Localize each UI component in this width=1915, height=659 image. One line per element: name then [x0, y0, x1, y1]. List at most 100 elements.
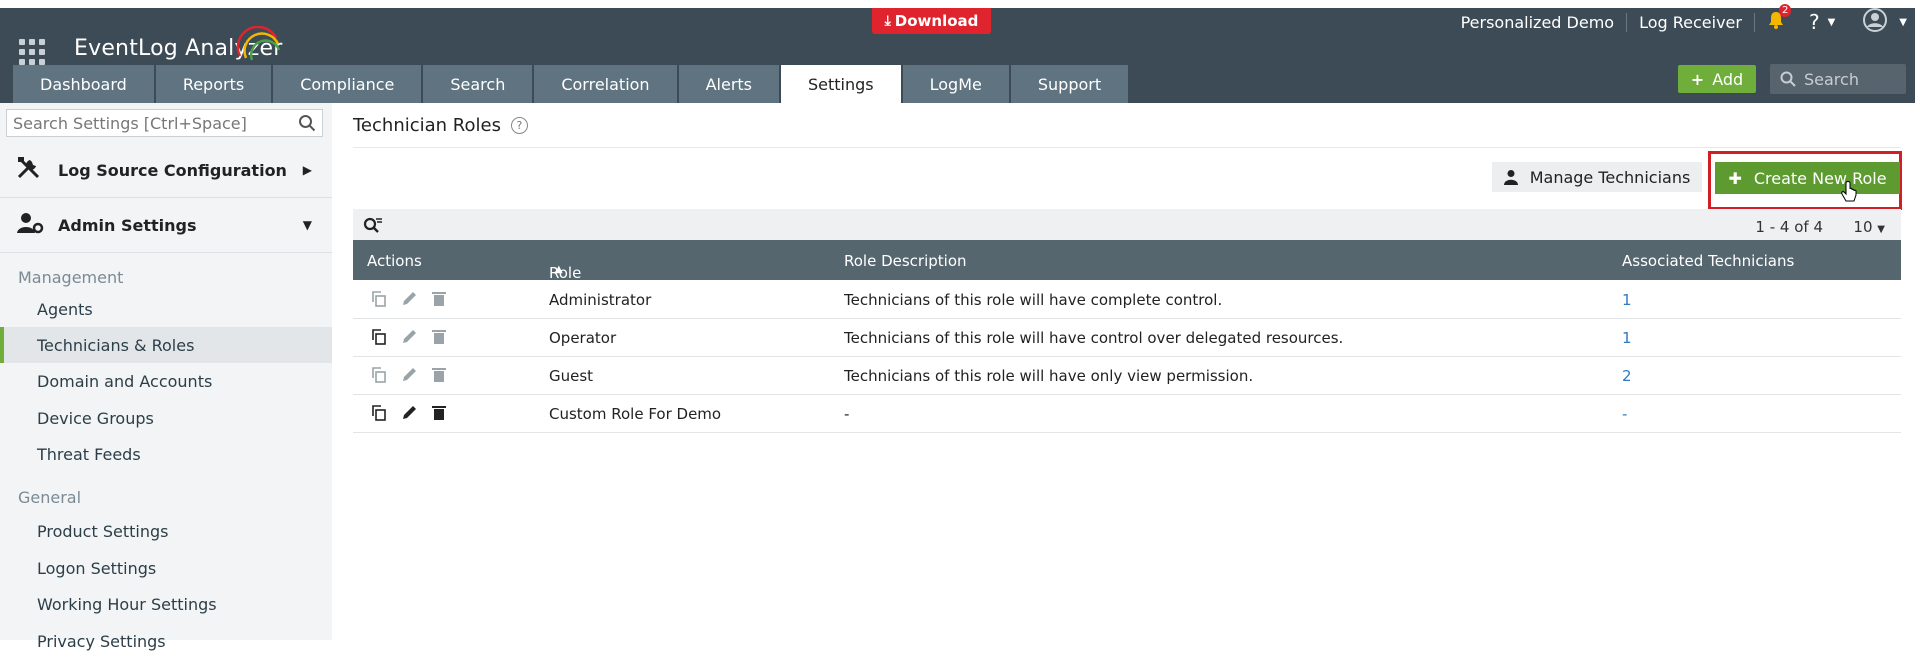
table-row: Guest Technicians of this role will have… [353, 357, 1901, 395]
app-grid-icon[interactable] [19, 39, 45, 65]
col-role-description: Role Description [844, 252, 967, 270]
sidebar-item-privacy-settings[interactable]: Privacy Settings [0, 623, 332, 659]
group-label-general: General [18, 488, 82, 507]
delete-icon[interactable] [431, 329, 447, 345]
group-label-management: Management [18, 268, 124, 287]
sidebar-item-working-hour-settings[interactable]: Working Hour Settings [0, 586, 332, 622]
sidebar-item-threat-feeds[interactable]: Threat Feeds [0, 436, 332, 472]
copy-icon[interactable] [371, 291, 387, 307]
add-button[interactable]: + Add [1678, 65, 1756, 93]
hand-cursor-icon [1841, 181, 1857, 202]
edit-icon[interactable] [401, 291, 417, 307]
notification-bell-icon[interactable]: 2 [1767, 4, 1793, 34]
page-title-text: Technician Roles [353, 115, 501, 136]
section-log-source-configuration[interactable]: Log Source Configuration ▶ [0, 143, 332, 198]
col-actions: Actions [367, 252, 422, 270]
role-name: Operator [549, 329, 617, 347]
personalized-demo-link[interactable]: Personalized Demo [1449, 12, 1628, 32]
section-label: Admin Settings [58, 215, 197, 235]
log-receiver-link[interactable]: Log Receiver [1627, 12, 1755, 32]
help-icon[interactable]: ? [1809, 10, 1820, 34]
tools-icon [16, 156, 46, 184]
sort-asc-icon: ▲ [555, 264, 563, 275]
tab-logme[interactable]: LogMe [902, 65, 1009, 103]
copy-icon[interactable] [371, 329, 387, 345]
associated-technicians-link[interactable]: 1 [1622, 291, 1632, 309]
search-filter-icon[interactable] [363, 217, 383, 235]
help-caret-icon[interactable]: ▼ [1828, 17, 1836, 28]
main-tabs: Dashboard Reports Compliance Search Corr… [13, 65, 1130, 103]
tab-support[interactable]: Support [1010, 65, 1129, 103]
search-icon[interactable] [298, 114, 316, 132]
table-row: Custom Role For Demo - - [353, 395, 1901, 433]
delete-icon[interactable] [431, 291, 447, 307]
top-right-menu: Personalized Demo Log Receiver 2 ? ▼ ▼ [1449, 4, 1915, 36]
section-admin-settings[interactable]: Admin Settings ▼ [0, 198, 332, 253]
edit-icon[interactable] [401, 405, 417, 421]
add-label: Add [1712, 69, 1744, 89]
plus-icon: ✚ [1728, 168, 1742, 188]
sidebar-item-technicians-roles[interactable]: Technicians & Roles [0, 327, 332, 363]
per-page-select[interactable]: 10 ▼ [1853, 218, 1885, 236]
role-description: Technicians of this role will have compl… [844, 291, 1223, 309]
sidebar-item-domain-accounts[interactable]: Domain and Accounts [0, 363, 332, 399]
role-name: Custom Role For Demo [549, 405, 722, 423]
sidebar-item-product-settings[interactable]: Product Settings [0, 513, 332, 549]
edit-icon[interactable] [401, 329, 417, 345]
create-new-role-label: Create New Role [1753, 168, 1887, 188]
sidebar-item-device-groups[interactable]: Device Groups [0, 400, 332, 436]
delete-icon[interactable] [431, 405, 447, 421]
user-caret-icon[interactable]: ▼ [1899, 17, 1907, 28]
settings-search-input[interactable]: Search Settings [Ctrl+Space] [6, 109, 323, 137]
table-row: Operator Technicians of this role will h… [353, 319, 1901, 357]
settings-sidebar: Search Settings [Ctrl+Space] Log Source … [0, 103, 332, 651]
page-title: Technician Roles ? [353, 115, 528, 136]
section-label: Log Source Configuration [58, 160, 287, 180]
table-toolbar: 1 - 4 of 4 10 ▼ [353, 209, 1901, 243]
chevron-down-icon: ▼ [302, 218, 312, 232]
role-description: Technicians of this role will have only … [844, 367, 1254, 385]
edit-icon[interactable] [401, 367, 417, 383]
logo-arc-icon [236, 26, 281, 61]
header-search-input[interactable]: Search [1770, 64, 1906, 94]
associated-technicians-link[interactable]: - [1622, 405, 1627, 423]
notification-badge: 2 [1778, 4, 1792, 17]
col-associated-technicians: Associated Technicians [1622, 252, 1795, 270]
search-icon [1780, 71, 1796, 87]
copy-icon[interactable] [371, 405, 387, 421]
copy-icon[interactable] [371, 367, 387, 383]
tab-settings[interactable]: Settings [781, 65, 901, 103]
chevron-down-icon: ▼ [1877, 224, 1885, 235]
header-search-placeholder: Search [1804, 69, 1859, 89]
per-page-value: 10 [1853, 218, 1873, 236]
associated-technicians-link[interactable]: 1 [1622, 329, 1632, 347]
plus-icon: + [1690, 69, 1705, 89]
user-icon [1503, 170, 1518, 185]
table-header: Actions Role Name ▲ Role Description Ass… [353, 240, 1901, 300]
manage-technicians-button[interactable]: Manage Technicians [1492, 162, 1702, 192]
top-strip [0, 0, 1915, 8]
associated-technicians-link[interactable]: 2 [1622, 367, 1632, 385]
role-name: Administrator [549, 291, 652, 309]
download-button[interactable]: ⤓ Download [872, 8, 991, 34]
tab-search[interactable]: Search [423, 65, 533, 103]
delete-icon[interactable] [431, 367, 447, 383]
role-description: - [844, 405, 850, 423]
sidebar-item-logon-settings[interactable]: Logon Settings [0, 550, 332, 586]
tab-reports[interactable]: Reports [155, 65, 272, 103]
divider [353, 147, 1901, 148]
tab-compliance[interactable]: Compliance [273, 65, 422, 103]
help-circle-icon[interactable]: ? [510, 117, 528, 134]
table-row: Administrator Technicians of this role w… [353, 281, 1901, 319]
sidebar-item-agents[interactable]: Agents [0, 291, 332, 327]
chevron-right-icon: ▶ [302, 163, 312, 177]
settings-search-placeholder: Search Settings [Ctrl+Space] [13, 113, 247, 133]
create-new-role-button[interactable]: ✚ Create New Role [1715, 162, 1900, 194]
tab-alerts[interactable]: Alerts [678, 65, 779, 103]
user-avatar-icon[interactable] [1863, 8, 1888, 36]
download-icon: ⤓ [884, 13, 891, 29]
tab-correlation[interactable]: Correlation [534, 65, 677, 103]
tab-dashboard[interactable]: Dashboard [13, 65, 154, 103]
admin-user-gear-icon [16, 211, 46, 239]
role-name: Guest [549, 367, 594, 385]
